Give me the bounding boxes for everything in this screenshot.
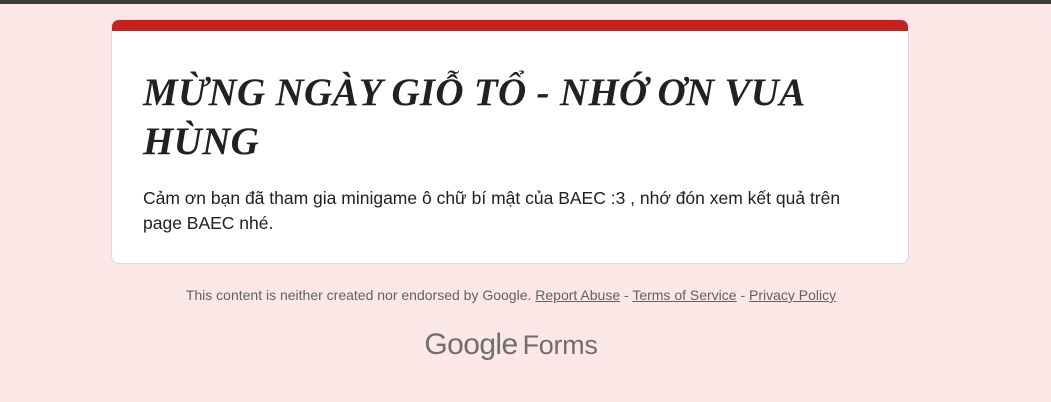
top-edge-strip — [0, 0, 1051, 4]
card-accent-bar — [112, 20, 908, 31]
report-abuse-link[interactable]: Report Abuse — [535, 287, 620, 303]
form-title: MỪNG NGÀY GIỖ TỔ - NHỚ ƠN VUA HÙNG — [143, 71, 804, 163]
link-separator: - — [736, 287, 750, 303]
disclaimer-text: This content is neither created nor endo… — [185, 287, 532, 303]
terms-of-service-link[interactable]: Terms of Service — [632, 287, 736, 303]
link-separator: - — [620, 287, 633, 303]
google-wordmark: Google — [424, 328, 518, 361]
forms-wordmark: Forms — [522, 330, 598, 360]
privacy-policy-link[interactable]: Privacy Policy — [749, 287, 836, 303]
confirmation-card: MỪNG NGÀY GIỖ TỔ - NHỚ ƠN VUA HÙNG Cảm ơ… — [111, 19, 909, 264]
confirmation-message: Cảm ơn bạn đã tham gia minigame ô chữ bí… — [143, 188, 841, 233]
google-forms-logo[interactable]: Google Forms — [0, 328, 1022, 362]
footer-disclaimer: This content is neither created nor endo… — [0, 286, 1022, 304]
